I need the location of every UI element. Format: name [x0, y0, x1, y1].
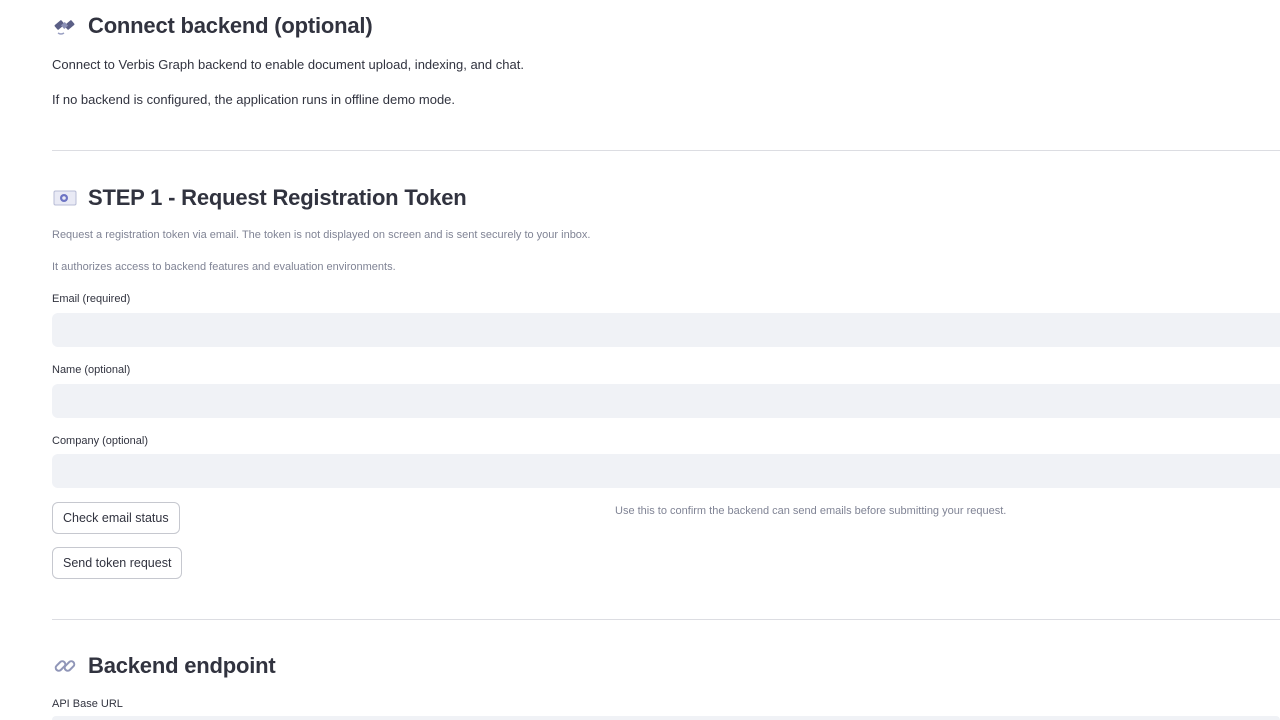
connect-title: Connect backend (optional) [88, 13, 373, 38]
name-label: Name (optional) [52, 364, 131, 376]
api-base-url-input[interactable] [52, 716, 1280, 720]
satellite-icon [52, 13, 78, 39]
app-page: Connect backend (optional) Connect to Ve… [0, 0, 1280, 720]
check-email-hint: Use this to confirm the backend can send… [615, 505, 1007, 517]
section-divider [52, 619, 1280, 620]
send-token-request-button[interactable]: Send token request [52, 547, 183, 579]
company-label: Company (optional) [52, 435, 148, 447]
step1-caption-access: It authorizes access to backend features… [52, 261, 396, 273]
name-input[interactable] [52, 384, 1280, 418]
endpoint-heading: Backend endpoint [52, 653, 276, 679]
link-icon [52, 653, 78, 679]
check-email-status-button[interactable]: Check email status [52, 502, 180, 534]
offline-mode-note: If no backend is configured, the applica… [52, 92, 456, 107]
step1-heading: STEP 1 - Request Registration Token [52, 185, 467, 211]
step1-title: STEP 1 - Request Registration Token [88, 185, 467, 210]
company-input[interactable] [52, 454, 1280, 488]
step1-caption-token: Request a registration token via email. … [52, 229, 591, 241]
email-input[interactable] [52, 313, 1280, 347]
email-envelope-icon [52, 185, 78, 211]
connect-heading: Connect backend (optional) [52, 13, 373, 39]
connect-description: Connect to Verbis Graph backend to enabl… [52, 57, 524, 72]
endpoint-title: Backend endpoint [88, 653, 276, 678]
section-divider [52, 150, 1280, 151]
email-label: Email (required) [52, 293, 131, 305]
api-base-url-label: API Base URL [52, 698, 123, 710]
